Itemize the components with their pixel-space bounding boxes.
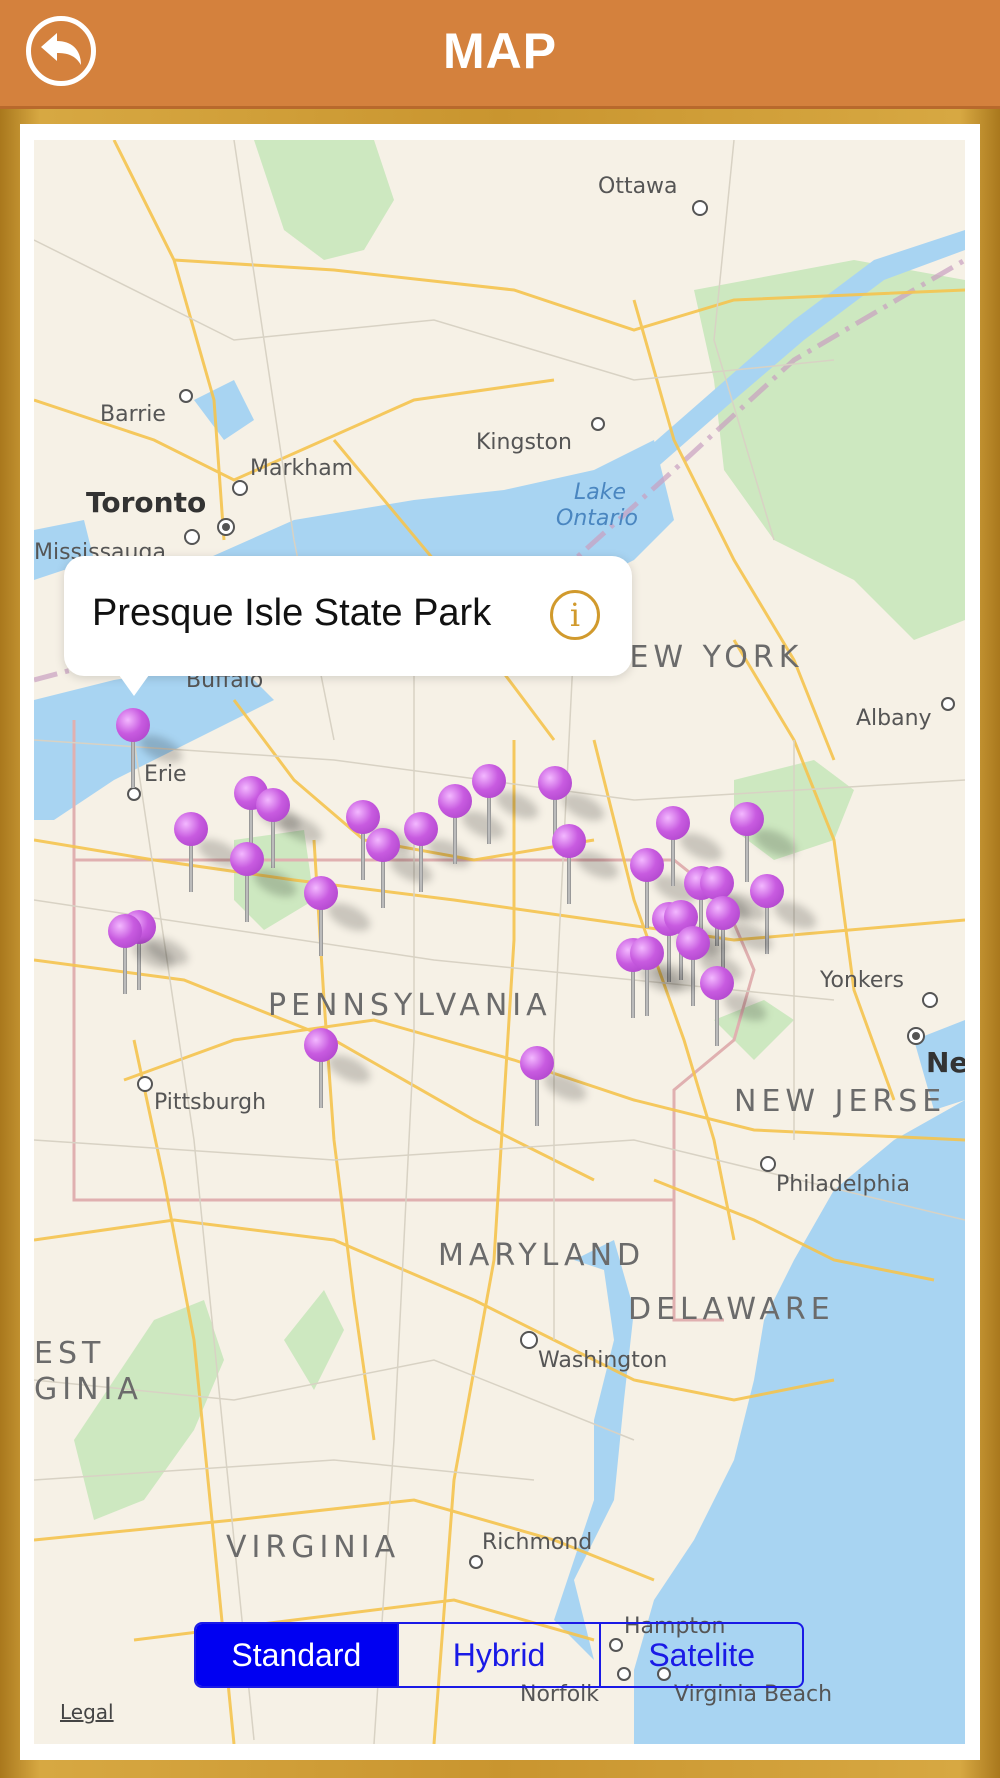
city-label-washington: Washington [538,1348,668,1373]
map-pin[interactable] [472,764,543,844]
legal-link[interactable]: Legal [60,1700,114,1724]
map-pin[interactable] [366,828,437,908]
map-pin[interactable] [404,812,475,892]
map-pin[interactable] [304,1028,375,1108]
city-label-philadelphia: Philadelphia [776,1172,911,1197]
info-icon[interactable]: i [550,590,600,640]
map-pin[interactable] [552,824,623,904]
map-pin[interactable] [174,812,245,892]
map-type-hybrid[interactable]: Hybrid [399,1624,602,1686]
city-label-new-york-city: Ne [926,1046,965,1079]
city-label-albany: Albany [856,706,932,731]
state-label-west-virginia-1: EST [34,1336,106,1371]
map-type-selector[interactable]: Standard Hybrid Satelite [194,1622,804,1688]
callout-title: Presque Isle State Park [92,592,492,634]
city-label-yonkers: Yonkers [820,968,904,993]
city-label-ottawa: Ottawa [598,174,678,199]
water-label-ontario: Ontario [556,506,638,531]
city-label-richmond: Richmond [482,1530,593,1555]
map-pin[interactable] [700,966,771,1046]
map-pin[interactable] [438,784,509,864]
city-label-markham: Markham [250,456,354,481]
water-label-lake: Lake [574,480,627,505]
map-pin[interactable] [304,876,375,956]
callout-tail [114,668,154,696]
map-pin[interactable] [116,708,187,788]
map-view[interactable]: Ottawa Barrie Kingston Markham Toronto M… [34,140,965,1744]
map-pin[interactable] [520,1046,591,1126]
state-label-virginia: VIRGINIA [226,1530,401,1565]
city-label-toronto: Toronto [86,486,207,519]
state-label-new-york: NEW YORK [602,640,804,675]
state-label-west-virginia-2: GINIA [34,1372,143,1407]
city-label-kingston: Kingston [476,430,572,455]
map-pin[interactable] [108,914,179,994]
state-label-maryland: MARYLAND [438,1238,646,1273]
city-label-pittsburgh: Pittsburgh [154,1090,267,1115]
map-type-satellite[interactable]: Satelite [601,1624,802,1686]
city-label-barrie: Barrie [100,402,166,427]
state-label-new-jersey: NEW JERSE [734,1084,947,1119]
place-callout[interactable]: Presque Isle State Park i [64,556,632,696]
map-pin[interactable] [630,936,701,1016]
header-bar: MAP [0,0,1000,109]
map-pin[interactable] [230,842,301,922]
page-title: MAP [442,23,558,79]
state-label-pennsylvania: PENNSYLVANIA [268,988,552,1023]
state-label-delaware: DELAWARE [628,1292,835,1327]
map-type-standard[interactable]: Standard [196,1624,399,1686]
